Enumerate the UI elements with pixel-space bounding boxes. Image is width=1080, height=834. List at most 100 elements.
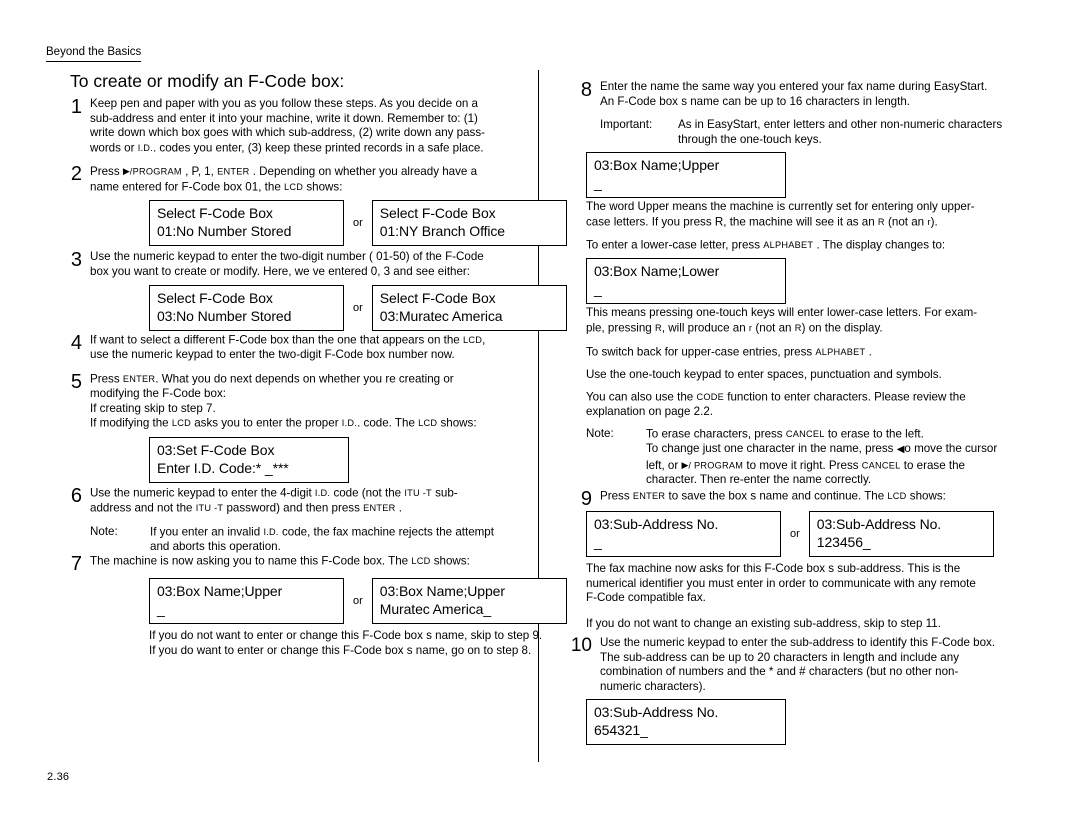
- text-fragment: asks you to enter the proper: [190, 416, 342, 430]
- text-fragment: to move it right. Press: [743, 458, 862, 472]
- lower-intro-line: To enter a lower-case letter, press ALPH…: [586, 238, 1016, 253]
- text-fragment: ) on the display.: [801, 321, 883, 335]
- key-name-id: I.D.: [137, 142, 153, 153]
- note-label: Note:: [90, 525, 118, 539]
- step-text: Use the numeric keypad to enter the 4-di…: [90, 486, 516, 555]
- step-8-line-1: Enter the name the same way you entered …: [600, 80, 988, 93]
- running-header: Beyond the Basics: [46, 45, 142, 62]
- text-fragment: shows:: [303, 180, 343, 194]
- text-fragment: . codes you enter, (3) keep these printe…: [152, 141, 484, 155]
- paragraph-onetouch: Use the one-touch keypad to enter spaces…: [586, 368, 1016, 383]
- subaddr-line-2: numerical identifier you must enter in o…: [586, 576, 976, 590]
- step-text: Press ENTER. What you do next depends on…: [90, 372, 516, 431]
- text-fragment: address and not the: [90, 501, 196, 515]
- text-fragment: (not an: [884, 215, 928, 229]
- lcd-line-1: 03:Sub-Address No.: [594, 704, 719, 720]
- note-erase-block: Note: To erase characters, press CANCEL …: [586, 427, 1026, 488]
- lcd-line-2: 123456_: [816, 533, 871, 550]
- code-line-1: You can also use the CODE function to en…: [586, 390, 1016, 405]
- or-separator: or: [353, 302, 363, 314]
- skip-11-line: If you do not want to change an existing…: [586, 617, 941, 630]
- text-fragment: name entered for F-Code box 01, the: [90, 180, 284, 194]
- key-name-enter: ENTER: [363, 503, 396, 514]
- note-text: To erase characters, press CANCEL to era…: [646, 427, 1026, 488]
- step-5: 5 Press ENTER. What you do next depends …: [46, 372, 516, 431]
- upper-line-1: The word Upper means the machine is curr…: [586, 200, 975, 213]
- step-number: 6: [70, 485, 82, 507]
- lcd-line-1: Select F-Code Box: [157, 205, 273, 221]
- lcd-line-2: 03:Muratec America: [379, 307, 503, 324]
- lcd-single-4: 03:Sub-Address No. 654321_: [586, 699, 786, 745]
- text-fragment: , P, 1,: [185, 165, 214, 178]
- step-text: Press ▶/PROGRAM , P, 1, ENTER . Dependin…: [90, 164, 516, 195]
- lcd-line-2: Enter I.D. Code:* _***: [157, 459, 289, 476]
- text-fragment: To switch back for upper-case entries, p…: [586, 345, 816, 359]
- lcd-display: 03:Box Name;Upper Muratec America_: [371, 578, 567, 624]
- followup-line-1: If you do not want to enter or change th…: [149, 629, 543, 642]
- lcd-pair-4: 03:Sub-Address No. _ or 03:Sub-Address N…: [586, 511, 994, 557]
- step-number: 7: [70, 553, 82, 575]
- important-line-1: As in EasyStart, enter letters and other…: [678, 118, 1003, 132]
- text-fragment: . The display changes to:: [813, 238, 946, 252]
- step-6-line-1: Use the numeric keypad to enter the 4-di…: [90, 486, 516, 501]
- key-name-cancel: CANCEL: [861, 460, 901, 471]
- text-fragment: If you enter an invalid: [150, 525, 264, 539]
- important-line-2: through the one-touch keys.: [678, 132, 822, 146]
- step-10-line-1: Use the numeric keypad to enter the sub-…: [600, 636, 996, 649]
- key-name-r: R: [877, 216, 885, 227]
- key-name-id: I.D.: [341, 418, 358, 429]
- step-number: 9: [580, 488, 592, 510]
- key-name-lcd: LCD: [284, 181, 304, 192]
- text-fragment: shows:: [430, 554, 470, 568]
- paragraph-code: You can also use the CODE function to en…: [586, 390, 1016, 420]
- important-text: As in EasyStart, enter letters and other…: [678, 118, 1026, 147]
- key-name-lcd: LCD: [411, 556, 431, 566]
- upper-line-2: case letters. If you press R, the machin…: [586, 215, 1016, 230]
- step-3-line-1: Use the numeric keypad to enter the two-…: [90, 250, 484, 263]
- onetouch-line: Use the one-touch keypad to enter spaces…: [586, 368, 942, 381]
- lcd-display: Select F-Code Box 03:Muratec America: [371, 285, 567, 331]
- step-5-line-3: If creating skip to step 7.: [90, 401, 216, 415]
- text-fragment: .: [865, 345, 872, 359]
- text-fragment: words or: [90, 141, 138, 155]
- text-fragment: If want to select a different F-Code box…: [90, 333, 463, 347]
- lcd-line-2: 01:No Number Stored: [157, 222, 292, 239]
- note-block: Note: If you enter an invalid I.D. code,…: [90, 525, 516, 555]
- text-fragment: ).: [930, 215, 938, 229]
- step-text: Use the numeric keypad to enter the sub-…: [600, 636, 1026, 694]
- key-name-enter: ENTER: [217, 166, 250, 177]
- text-fragment: Press: [600, 489, 633, 503]
- text-fragment: You can also use the: [586, 390, 697, 404]
- switch-back-line: To switch back for upper-case entries, p…: [586, 345, 1016, 360]
- paragraph-subaddress: The fax machine now asks for this F-Code…: [586, 562, 1016, 606]
- right-arrow-icon: ▶: [122, 166, 130, 176]
- lcd-display: 03:Box Name;Upper _: [149, 578, 344, 624]
- important-label: Important:: [600, 118, 653, 132]
- step-1-line-3: write down which box goes with which sub…: [90, 126, 486, 140]
- step-7-followup: If you do not want to enter or change th…: [149, 629, 579, 658]
- step-4: 4 If want to select a different F-Code b…: [46, 333, 516, 363]
- key-name-itu-t: ITU -T: [195, 503, 224, 514]
- key-name-lcd: LCD: [462, 335, 483, 345]
- step-10-line-2: The sub-address can be up to 20 characte…: [600, 650, 959, 664]
- text-fragment: , will produce an: [661, 321, 749, 335]
- step-number: 2: [70, 163, 82, 185]
- text-fragment: . Depending on whether you already have …: [252, 165, 478, 178]
- text-fragment: . What you do next depends on whether yo…: [155, 372, 454, 386]
- subaddr-line-3: F-Code compatible fax.: [586, 591, 706, 605]
- step-text: If want to select a different F-Code box…: [90, 333, 516, 363]
- text-fragment: to save the box s name and continue. The: [665, 489, 888, 503]
- note-text: If you enter an invalid I.D. code, the f…: [150, 525, 516, 555]
- code-line-2: explanation on page 2.2.: [586, 405, 713, 419]
- key-name-id: I.D.: [314, 488, 331, 498]
- text-fragment: Use the numeric keypad to enter the 4-di…: [90, 486, 315, 500]
- text-fragment: sub-: [431, 486, 458, 500]
- text-fragment: .: [395, 501, 402, 515]
- key-name-program: / PROGRAM: [688, 460, 744, 471]
- step-9: 9 Press ENTER to save the box s name and…: [556, 489, 1026, 509]
- lcd-line-1: 03:Set F-Code Box: [157, 442, 275, 458]
- lcd-line-2: _: [594, 533, 602, 550]
- or-separator: or: [790, 528, 800, 540]
- lcd-display: 03:Set F-Code Box Enter I.D. Code:* _***: [149, 437, 349, 483]
- key-name-r: R: [654, 322, 662, 333]
